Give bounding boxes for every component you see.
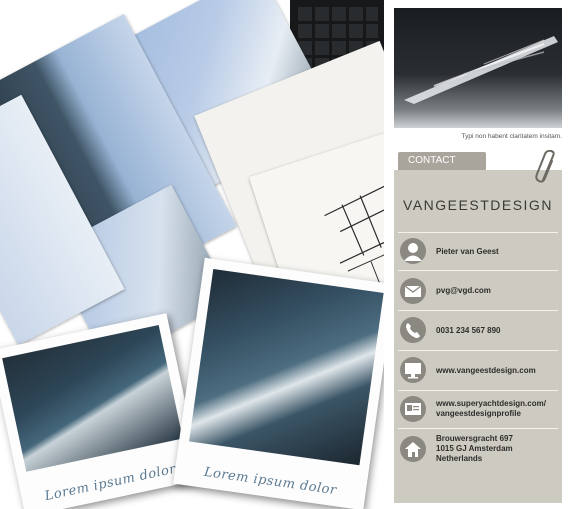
polaroid-photo-right: Lorem ipsum dolor — [173, 257, 384, 509]
contact-row-website: www.vangeestdesign.com — [398, 355, 562, 385]
contact-website-link[interactable]: www.vangeestdesign.com — [436, 366, 536, 376]
divider — [398, 428, 558, 429]
contact-phone: 0031 234 567 890 — [436, 326, 501, 335]
contact-row-address: Brouwersgracht 697 1015 GJ Amsterdam Net… — [398, 434, 562, 474]
phone-icon — [400, 317, 426, 343]
divider — [398, 350, 558, 351]
divider — [398, 232, 558, 233]
address-line-2: 1015 GJ Amsterdam — [436, 444, 513, 453]
yacht-silhouette — [404, 36, 558, 104]
contact-tab: CONTACT — [398, 152, 486, 170]
contact-email-link[interactable]: pvg@vgd.com — [436, 286, 491, 296]
contact-row-name: Pieter van Geest — [398, 236, 562, 266]
contact-profile-line-1: www.superyachtdesign.com/ — [436, 399, 546, 408]
company-logo: VANGEESTDESIGN — [403, 197, 553, 213]
contact-profile-link[interactable]: www.superyachtdesign.com/ vangeestdesign… — [436, 399, 546, 419]
divider — [398, 310, 558, 311]
id-card-icon — [400, 396, 426, 422]
contact-address: Brouwersgracht 697 1015 GJ Amsterdam Net… — [436, 434, 513, 464]
person-icon — [400, 238, 426, 264]
contact-row-profile: www.superyachtdesign.com/ vangeestdesign… — [398, 394, 562, 424]
polaroid-image-right — [189, 269, 384, 466]
polaroid-caption-right: Lorem ipsum dolor — [203, 464, 338, 499]
monitor-icon — [400, 357, 426, 383]
polaroid-image-left — [2, 325, 183, 472]
polaroid-photo-left: Lorem ipsum dolor — [0, 313, 202, 509]
divider — [398, 390, 558, 391]
house-icon — [400, 436, 426, 462]
yacht-photo — [394, 8, 562, 128]
paperclip-icon — [535, 150, 555, 183]
contact-row-phone: 0031 234 567 890 — [398, 315, 562, 345]
address-line-3: Netherlands — [436, 454, 483, 463]
email-icon — [400, 278, 426, 304]
brochure-collage: Lorem ipsum dolor Lorem ipsum dolor — [0, 0, 384, 509]
contact-profile-line-2: vangeestdesignprofile — [436, 409, 521, 418]
address-line-1: Brouwersgracht 697 — [436, 434, 513, 443]
yacht-photo-caption: Typi non habent claritatem insitam. — [461, 133, 562, 140]
contact-name: Pieter van Geest — [436, 247, 499, 256]
divider — [398, 270, 558, 271]
contact-row-email: pvg@vgd.com — [398, 276, 562, 306]
